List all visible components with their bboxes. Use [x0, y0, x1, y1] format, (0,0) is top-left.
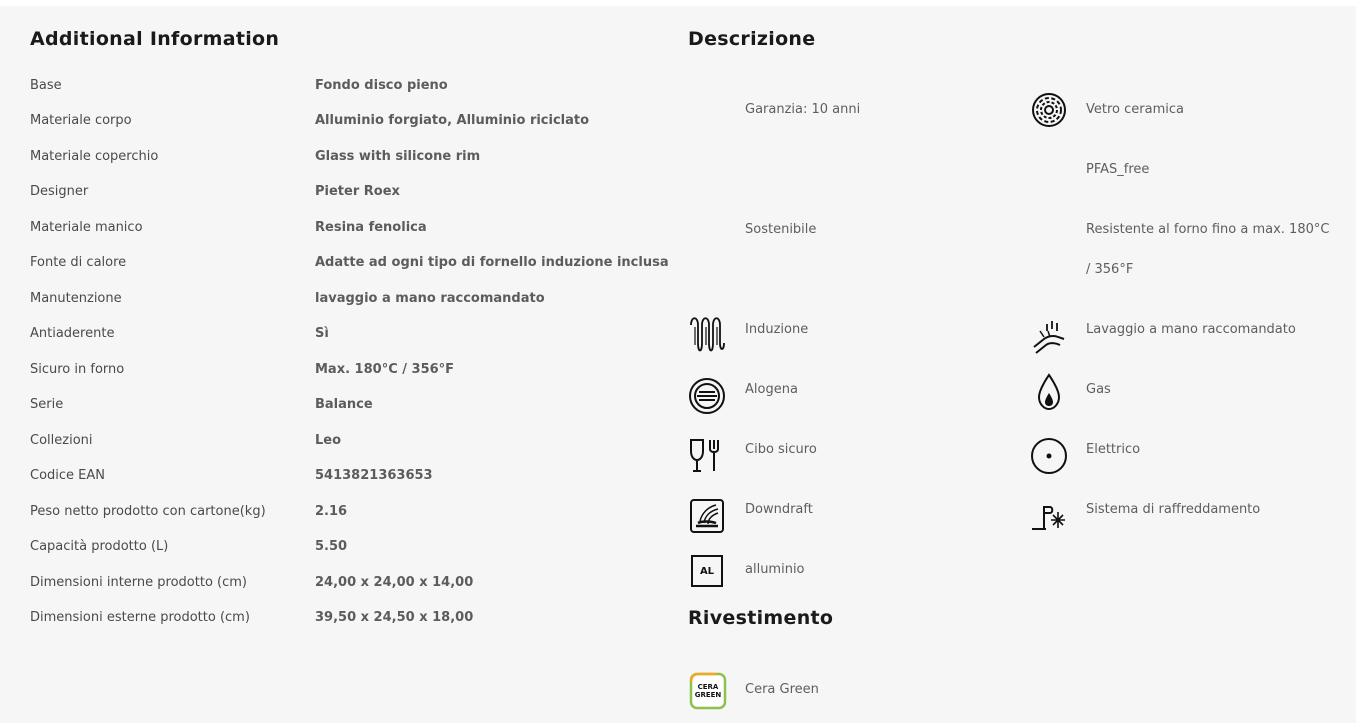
spec-label: Peso netto prodotto con cartone(kg)	[30, 504, 266, 519]
rivestimento-title: Rivestimento	[688, 607, 834, 629]
ceramic-hob-icon	[1030, 91, 1068, 129]
feature-downdraft: Downdraft	[745, 502, 813, 517]
additional-info-title: Additional Information	[30, 28, 280, 50]
coating-cera-green: Cera Green	[745, 682, 819, 697]
spec-label: Sicuro in forno	[30, 362, 125, 377]
halogen-hob-icon	[688, 377, 726, 415]
feature-raffreddamento: Sistema di raffreddamento	[1086, 502, 1261, 517]
spec-value: 5.50	[315, 539, 348, 554]
spec-value: Resina fenolica	[315, 220, 427, 235]
spec-value: Fondo disco pieno	[315, 78, 448, 93]
spec-label: Materiale corpo	[30, 113, 132, 128]
feature-elettrico: Elettrico	[1086, 442, 1141, 457]
spec-value: Alluminio forgiato, Alluminio riciclato	[315, 113, 590, 128]
spec-label: Materiale coperchio	[30, 149, 159, 164]
spec-value: Balance	[315, 397, 373, 412]
spec-label: Collezioni	[30, 433, 93, 448]
spec-label: Base	[30, 78, 62, 93]
spec-value: 24,00 x 24,00 x 14,00	[315, 575, 474, 590]
spec-label: Materiale manico	[30, 220, 143, 235]
feature-garanzia: Garanzia: 10 anni	[745, 102, 861, 117]
food-safe-icon	[688, 437, 726, 475]
downdraft-icon	[688, 497, 726, 535]
feature-induzione: Induzione	[745, 322, 809, 337]
svg-text:GREEN: GREEN	[695, 691, 722, 699]
electric-hob-icon	[1030, 437, 1068, 475]
feature-resistente-forno: Resistente al forno fino a max. 180°C / …	[1086, 222, 1330, 277]
spec-label: Capacità prodotto (L)	[30, 539, 169, 554]
spec-label: Manutenzione	[30, 291, 122, 306]
spec-value: 5413821363653	[315, 468, 433, 483]
feature-pfas-free: PFAS_free	[1086, 162, 1150, 177]
feature-gas: Gas	[1086, 382, 1111, 397]
descrizione-title: Descrizione	[688, 28, 816, 50]
spec-label: Serie	[30, 397, 64, 412]
spec-label: Fonte di calore	[30, 255, 127, 270]
feature-sostenibile: Sostenibile	[745, 222, 817, 237]
spec-value: Leo	[315, 433, 342, 448]
spec-label: Antiaderente	[30, 326, 115, 341]
induction-coil-icon	[688, 317, 726, 355]
svg-text:CERA: CERA	[698, 683, 719, 691]
spec-value: 2.16	[315, 504, 348, 519]
feature-lavaggio-mano: Lavaggio a mano raccomandato	[1086, 322, 1296, 337]
gas-flame-icon	[1030, 373, 1068, 411]
spec-label: Designer	[30, 184, 89, 199]
cera-green-logo-icon: CERA GREEN	[689, 672, 727, 710]
hand-wash-icon	[1030, 317, 1068, 355]
spec-value: lavaggio a mano raccomandato	[315, 291, 545, 306]
spec-label: Dimensioni esterne prodotto (cm)	[30, 610, 250, 625]
aluminium-icon: AL	[691, 555, 723, 587]
spec-value: Sì	[315, 326, 329, 341]
spec-value: Adatte ad ogni tipo di fornello induzion…	[315, 255, 669, 270]
spec-value: Max. 180°C / 356°F	[315, 362, 455, 377]
cooling-system-icon	[1030, 497, 1068, 535]
spec-label: Codice EAN	[30, 468, 106, 483]
feature-vetro-ceramica: Vetro ceramica	[1086, 102, 1184, 117]
spec-value: Glass with silicone rim	[315, 149, 481, 164]
feature-alogena: Alogena	[745, 382, 798, 397]
spec-value: 39,50 x 24,50 x 18,00	[315, 610, 474, 625]
feature-alluminio: alluminio	[745, 562, 805, 577]
feature-cibo-sicuro: Cibo sicuro	[745, 442, 817, 457]
spec-value: Pieter Roex	[315, 184, 400, 199]
spec-label: Dimensioni interne prodotto (cm)	[30, 575, 247, 590]
product-details-panel: Additional Information Base Fondo disco …	[0, 6, 1356, 723]
